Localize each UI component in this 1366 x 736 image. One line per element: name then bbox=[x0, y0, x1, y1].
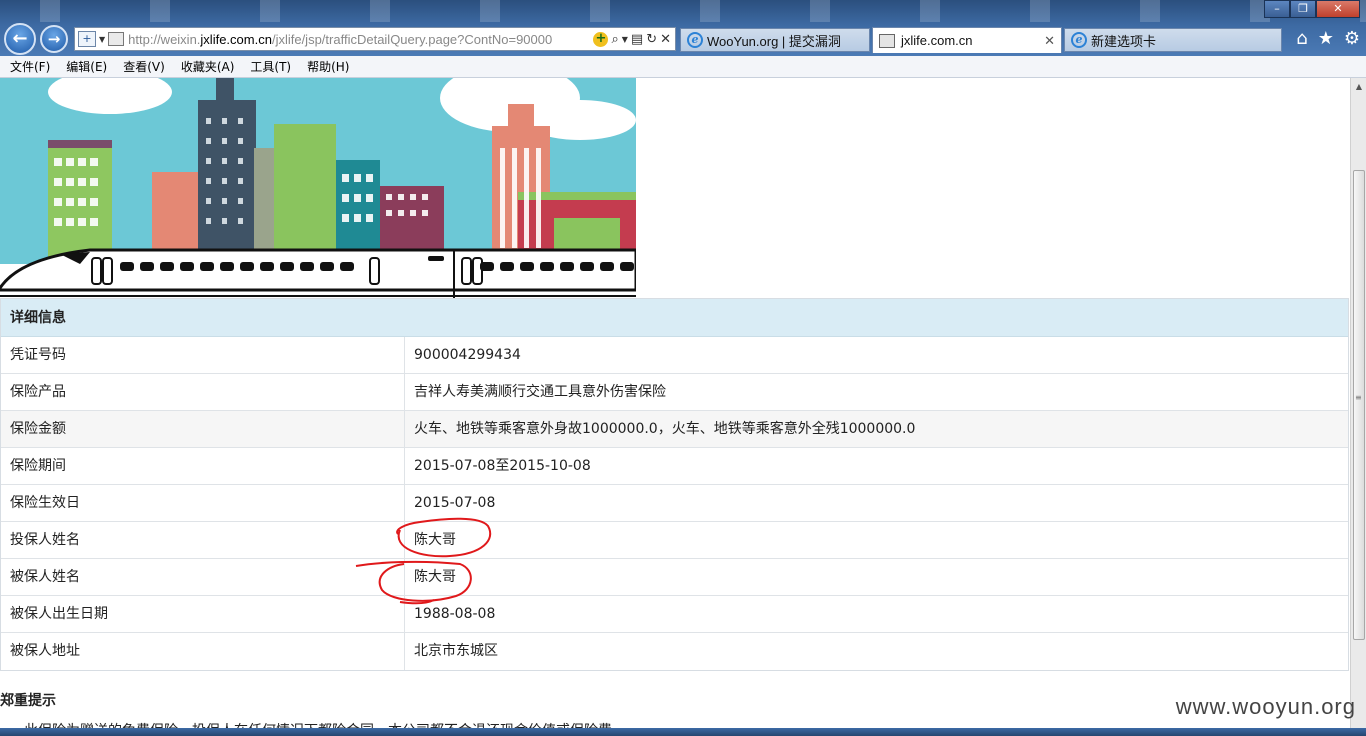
chevron-down-icon[interactable]: ▼ bbox=[622, 35, 628, 44]
minimize-button[interactable]: – bbox=[1264, 0, 1290, 18]
field-label: 投保人姓名 bbox=[1, 522, 405, 558]
close-window-button[interactable]: ✕ bbox=[1316, 0, 1360, 18]
table-row: 保险金额 火车、地铁等乘客意外身故1000000.0，火车、地铁等乘客意外全残1… bbox=[1, 411, 1348, 448]
table-row: 凭证号码 900004299434 bbox=[1, 337, 1348, 374]
field-value: 吉祥人寿美满顺行交通工具意外伤害保险 bbox=[414, 384, 666, 400]
field-label: 被保人姓名 bbox=[1, 559, 405, 595]
page-icon bbox=[879, 33, 895, 48]
field-label: 保险产品 bbox=[1, 374, 405, 410]
field-label: 保险金额 bbox=[1, 411, 405, 447]
field-value: 900004299434 bbox=[414, 347, 521, 363]
refresh-icon[interactable]: ↻ bbox=[646, 32, 657, 47]
url-prefix: http://weixin. bbox=[128, 31, 201, 47]
tab-title: jxlife.com.cn bbox=[901, 33, 973, 48]
favorites-star-icon[interactable]: ★ bbox=[1318, 28, 1334, 49]
taskbar bbox=[0, 728, 1366, 736]
browser-toolbar-icons: ⌂ ★ ⚙ bbox=[1296, 28, 1360, 49]
ie-icon: e bbox=[687, 32, 703, 48]
table-row: 被保人出生日期 1988-08-08 bbox=[1, 596, 1348, 633]
url-domain: jxlife.com.cn bbox=[200, 31, 272, 47]
search-icon[interactable]: ⌕ bbox=[611, 32, 618, 47]
detail-panel: 详细信息 凭证号码 900004299434 保险产品 吉祥人寿美满顺行交通工具… bbox=[0, 298, 1349, 671]
page-content: 详细信息 凭证号码 900004299434 保险产品 吉祥人寿美满顺行交通工具… bbox=[0, 78, 1350, 736]
tab-new[interactable]: e 新建选项卡 bbox=[1064, 28, 1282, 52]
browser-window: { "browser": { "url_dim_prefix": "http:/… bbox=[0, 0, 1366, 736]
ie-icon: e bbox=[1071, 32, 1087, 48]
field-value: 北京市东城区 bbox=[414, 643, 498, 659]
menu-file[interactable]: 文件(F) bbox=[10, 58, 50, 75]
tab-jxlife[interactable]: jxlife.com.cn ✕ bbox=[872, 27, 1062, 53]
field-value: 2015-07-08 bbox=[414, 495, 496, 511]
forward-button[interactable]: → bbox=[40, 25, 68, 53]
address-tools: + ⌕ ▼ ▤ ↻ ✕ bbox=[593, 31, 675, 47]
tab-title: 新建选项卡 bbox=[1091, 33, 1157, 49]
scroll-grip-icon: ≡ bbox=[1355, 393, 1362, 402]
back-button[interactable]: ← bbox=[4, 23, 36, 55]
table-row: 保险期间 2015-07-08至2015-10-08 bbox=[1, 448, 1348, 485]
close-tab-icon[interactable]: ✕ bbox=[1044, 33, 1055, 49]
field-value: 1988-08-08 bbox=[414, 606, 496, 622]
scrollbar-thumb[interactable] bbox=[1353, 170, 1365, 640]
gear-icon[interactable]: ⚙ bbox=[1344, 28, 1360, 49]
field-label: 凭证号码 bbox=[1, 337, 405, 373]
field-label: 保险生效日 bbox=[1, 485, 405, 521]
url-path: /jxlife/jsp/trafficDetailQuery.page?Cont… bbox=[271, 31, 553, 47]
page-icon bbox=[108, 32, 125, 46]
maximize-button[interactable]: ❐ bbox=[1290, 0, 1316, 18]
field-value: 陈大哥 bbox=[414, 532, 456, 548]
compatibility-icon[interactable]: + bbox=[593, 31, 609, 47]
field-value: 陈大哥 bbox=[414, 569, 456, 585]
panel-heading: 详细信息 bbox=[1, 299, 1348, 337]
city-train-banner bbox=[0, 78, 636, 298]
chevron-down-icon[interactable]: ▼ bbox=[99, 35, 105, 44]
vertical-scrollbar[interactable]: ▲ ≡ bbox=[1350, 78, 1366, 736]
table-row: 保险生效日 2015-07-08 bbox=[1, 485, 1348, 522]
table-row: 被保人地址 北京市东城区 bbox=[1, 633, 1348, 670]
table-row: 被保人姓名 陈大哥 bbox=[1, 559, 1348, 596]
home-icon[interactable]: ⌂ bbox=[1296, 28, 1307, 49]
menu-bar: 文件(F) 编辑(E) 查看(V) 收藏夹(A) 工具(T) 帮助(H) bbox=[0, 56, 1366, 78]
desktop-background bbox=[0, 0, 1366, 22]
watermark: www.wooyun.org bbox=[1175, 694, 1356, 719]
menu-favorites[interactable]: 收藏夹(A) bbox=[181, 58, 235, 75]
add-favorite-icon[interactable]: + bbox=[78, 31, 96, 47]
tab-title: WooYun.org | 提交漏洞 bbox=[707, 33, 841, 49]
field-label: 被保人出生日期 bbox=[1, 596, 405, 632]
field-value: 2015-07-08至2015-10-08 bbox=[414, 458, 591, 474]
window-controls: – ❐ ✕ bbox=[1264, 0, 1360, 18]
field-label: 保险期间 bbox=[1, 448, 405, 484]
address-bar[interactable]: + ▼ http://weixin.jxlife.com.cn/jxlife/j… bbox=[74, 27, 676, 51]
field-label: 被保人地址 bbox=[1, 633, 405, 670]
compat-view-icon[interactable]: ▤ bbox=[631, 32, 643, 47]
arrow-right-icon: → bbox=[47, 30, 61, 48]
menu-tools[interactable]: 工具(T) bbox=[250, 58, 291, 75]
field-value: 火车、地铁等乘客意外身故1000000.0，火车、地铁等乘客意外全残100000… bbox=[414, 421, 916, 437]
arrow-left-icon: ← bbox=[12, 28, 28, 49]
table-row: 保险产品 吉祥人寿美满顺行交通工具意外伤害保险 bbox=[1, 374, 1348, 411]
stop-icon[interactable]: ✕ bbox=[660, 32, 671, 47]
notice-title: 郑重提示 bbox=[0, 693, 56, 709]
url-text[interactable]: http://weixin.jxlife.com.cn/jxlife/jsp/t… bbox=[128, 32, 558, 47]
table-row: 投保人姓名 陈大哥 bbox=[1, 522, 1348, 559]
tab-wooyun[interactable]: e WooYun.org | 提交漏洞 bbox=[680, 28, 870, 52]
menu-edit[interactable]: 编辑(E) bbox=[66, 58, 107, 75]
menu-help[interactable]: 帮助(H) bbox=[307, 58, 349, 75]
menu-view[interactable]: 查看(V) bbox=[123, 58, 165, 75]
scroll-up-arrow-icon[interactable]: ▲ bbox=[1351, 78, 1366, 95]
